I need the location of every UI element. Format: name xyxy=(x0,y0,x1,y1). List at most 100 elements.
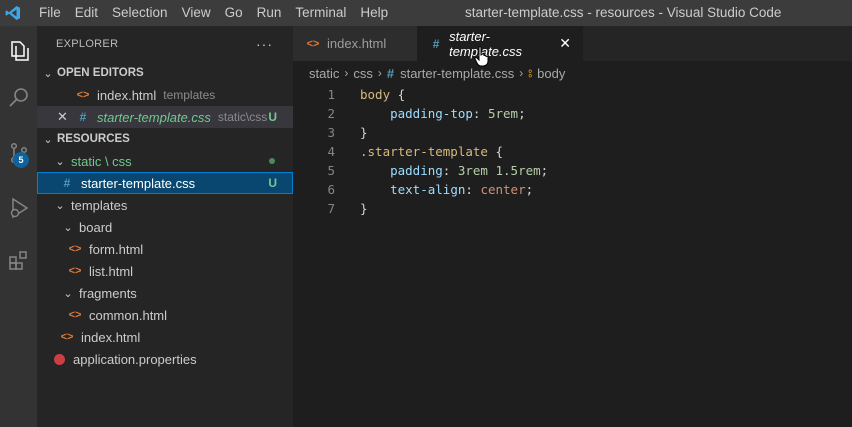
tree-folder-board[interactable]: ⌄ board xyxy=(37,216,293,238)
line-number: 7 xyxy=(327,201,335,216)
file-name: list.html xyxy=(89,263,134,279)
open-editor-item[interactable]: <> index.html templates xyxy=(37,84,293,106)
code-line: 3} xyxy=(293,123,368,142)
css-file-icon: # xyxy=(386,65,395,81)
file-name: form.html xyxy=(89,241,144,257)
tree-folder-static[interactable]: ⌄ static \ css xyxy=(37,150,293,172)
css-value: 5rem xyxy=(487,106,519,121)
extensions-icon[interactable] xyxy=(0,238,37,282)
code-line: 4 .starter-template { xyxy=(293,142,503,161)
html-file-icon: <> xyxy=(76,89,90,101)
properties-file-icon xyxy=(54,353,65,365)
folder-name: templates xyxy=(71,197,128,213)
line-number: 2 xyxy=(327,106,335,121)
code-editor[interactable]: 1 body { 2 padding-top: 5rem; 3} 4 .starte… xyxy=(293,85,852,427)
symbol-braces-icon: ⦂ xyxy=(528,65,533,80)
run-debug-icon[interactable] xyxy=(0,186,37,230)
breadcrumb-symbol[interactable]: body xyxy=(537,66,565,81)
modified-dot xyxy=(269,158,275,164)
open-editors-section[interactable]: ⌄ OPEN EDITORS xyxy=(37,62,293,84)
css-property: text-align xyxy=(390,182,466,197)
css-file-icon: # xyxy=(63,176,71,190)
code-punctuation: { xyxy=(390,87,406,102)
menu-run[interactable]: Run xyxy=(250,0,289,26)
close-icon[interactable]: ✕ xyxy=(559,35,571,52)
tree-file-application-properties[interactable]: application.properties xyxy=(37,348,293,370)
chevron-down-icon: ⌄ xyxy=(43,67,53,80)
code-line: 1 body { xyxy=(293,85,405,104)
tree-file-list-html[interactable]: <> list.html xyxy=(37,260,293,282)
html-file-icon: <> xyxy=(68,309,82,321)
line-number: 4 xyxy=(327,144,335,159)
search-icon[interactable] xyxy=(0,76,37,120)
tab-label: index.html xyxy=(327,36,387,51)
line-number: 6 xyxy=(327,182,335,197)
tree-folder-fragments[interactable]: ⌄ fragments xyxy=(37,282,293,304)
chevron-down-icon: ⌄ xyxy=(63,287,73,300)
tree-file-form-html[interactable]: <> form.html xyxy=(37,238,293,260)
css-value: 3rem 1.5rem xyxy=(457,163,541,178)
code-punctuation: { xyxy=(487,144,503,159)
file-desc: templates xyxy=(163,88,216,102)
untracked-badge: U xyxy=(268,110,277,124)
section-label: RESOURCES xyxy=(57,133,130,145)
breadcrumb-static[interactable]: static xyxy=(309,66,339,81)
line-number: 3 xyxy=(327,125,335,140)
code-line: 6 text-align: center; xyxy=(293,180,533,199)
tree-file-starter-css[interactable]: # starter-template.css U xyxy=(37,172,293,194)
editor-tabs: <> index.html # starter-template.css ✕ xyxy=(293,26,852,61)
menu-terminal[interactable]: Terminal xyxy=(288,0,353,26)
activity-bar: 5 xyxy=(0,26,37,427)
file-name: index.html xyxy=(97,87,157,103)
menu-go[interactable]: Go xyxy=(218,0,250,26)
close-icon[interactable]: ✕ xyxy=(57,109,71,125)
vscode-logo-icon xyxy=(0,0,26,26)
css-selector: .starter-template xyxy=(360,144,488,159)
css-file-icon: # xyxy=(79,110,87,124)
chevron-right-icon: › xyxy=(344,66,349,80)
chevron-right-icon: › xyxy=(377,66,382,80)
code-punctuation: } xyxy=(360,201,368,216)
file-name: application.properties xyxy=(73,351,197,367)
more-actions-icon[interactable]: ··· xyxy=(256,36,273,52)
tree-file-common-html[interactable]: <> common.html xyxy=(37,304,293,326)
chevron-down-icon: ⌄ xyxy=(55,199,65,212)
line-number: 1 xyxy=(327,87,335,102)
explorer-files-icon[interactable] xyxy=(0,28,37,72)
menu-edit[interactable]: Edit xyxy=(68,0,105,26)
code-punctuation: } xyxy=(360,125,368,140)
tab-starter-template-css[interactable]: # starter-template.css ✕ xyxy=(417,26,583,61)
folder-name: static \ css xyxy=(71,153,132,169)
tab-index-html[interactable]: <> index.html xyxy=(293,26,417,61)
open-editor-item[interactable]: ✕ # starter-template.css static\css U xyxy=(37,106,293,128)
tree-file-index-html[interactable]: <> index.html xyxy=(37,326,293,348)
line-number: 5 xyxy=(327,163,335,178)
css-selector: body xyxy=(360,87,391,102)
chevron-down-icon: ⌄ xyxy=(55,155,65,168)
explorer-sidebar: EXPLORER ··· ⌄ OPEN EDITORS <> index.htm… xyxy=(37,26,293,427)
menu-file[interactable]: File xyxy=(32,0,68,26)
html-file-icon: <> xyxy=(68,243,82,255)
menu-bar: File Edit Selection View Go Run Terminal… xyxy=(32,0,395,26)
css-property: padding-top xyxy=(390,106,473,121)
code-line: 7} xyxy=(293,199,368,218)
resources-section[interactable]: ⌄ RESOURCES xyxy=(37,128,293,150)
folder-name: fragments xyxy=(79,285,137,301)
breadcrumb-css[interactable]: css xyxy=(353,66,373,81)
menu-view[interactable]: View xyxy=(175,0,218,26)
chevron-down-icon: ⌄ xyxy=(63,221,73,234)
file-desc: static\css xyxy=(217,110,268,124)
file-name: starter-template.css xyxy=(81,175,196,191)
file-name: common.html xyxy=(89,307,168,323)
tree-folder-templates[interactable]: ⌄ templates xyxy=(37,194,293,216)
html-file-icon: <> xyxy=(60,331,74,343)
html-file-icon: <> xyxy=(68,265,82,277)
section-label: OPEN EDITORS xyxy=(57,67,144,79)
html-file-icon: <> xyxy=(306,37,320,50)
code-line: 5 padding: 3rem 1.5rem; xyxy=(293,161,548,180)
breadcrumb-file[interactable]: starter-template.css xyxy=(400,66,514,81)
menu-selection[interactable]: Selection xyxy=(105,0,175,26)
chevron-down-icon: ⌄ xyxy=(43,133,53,146)
css-property: padding xyxy=(390,163,443,178)
menu-help[interactable]: Help xyxy=(353,0,395,26)
